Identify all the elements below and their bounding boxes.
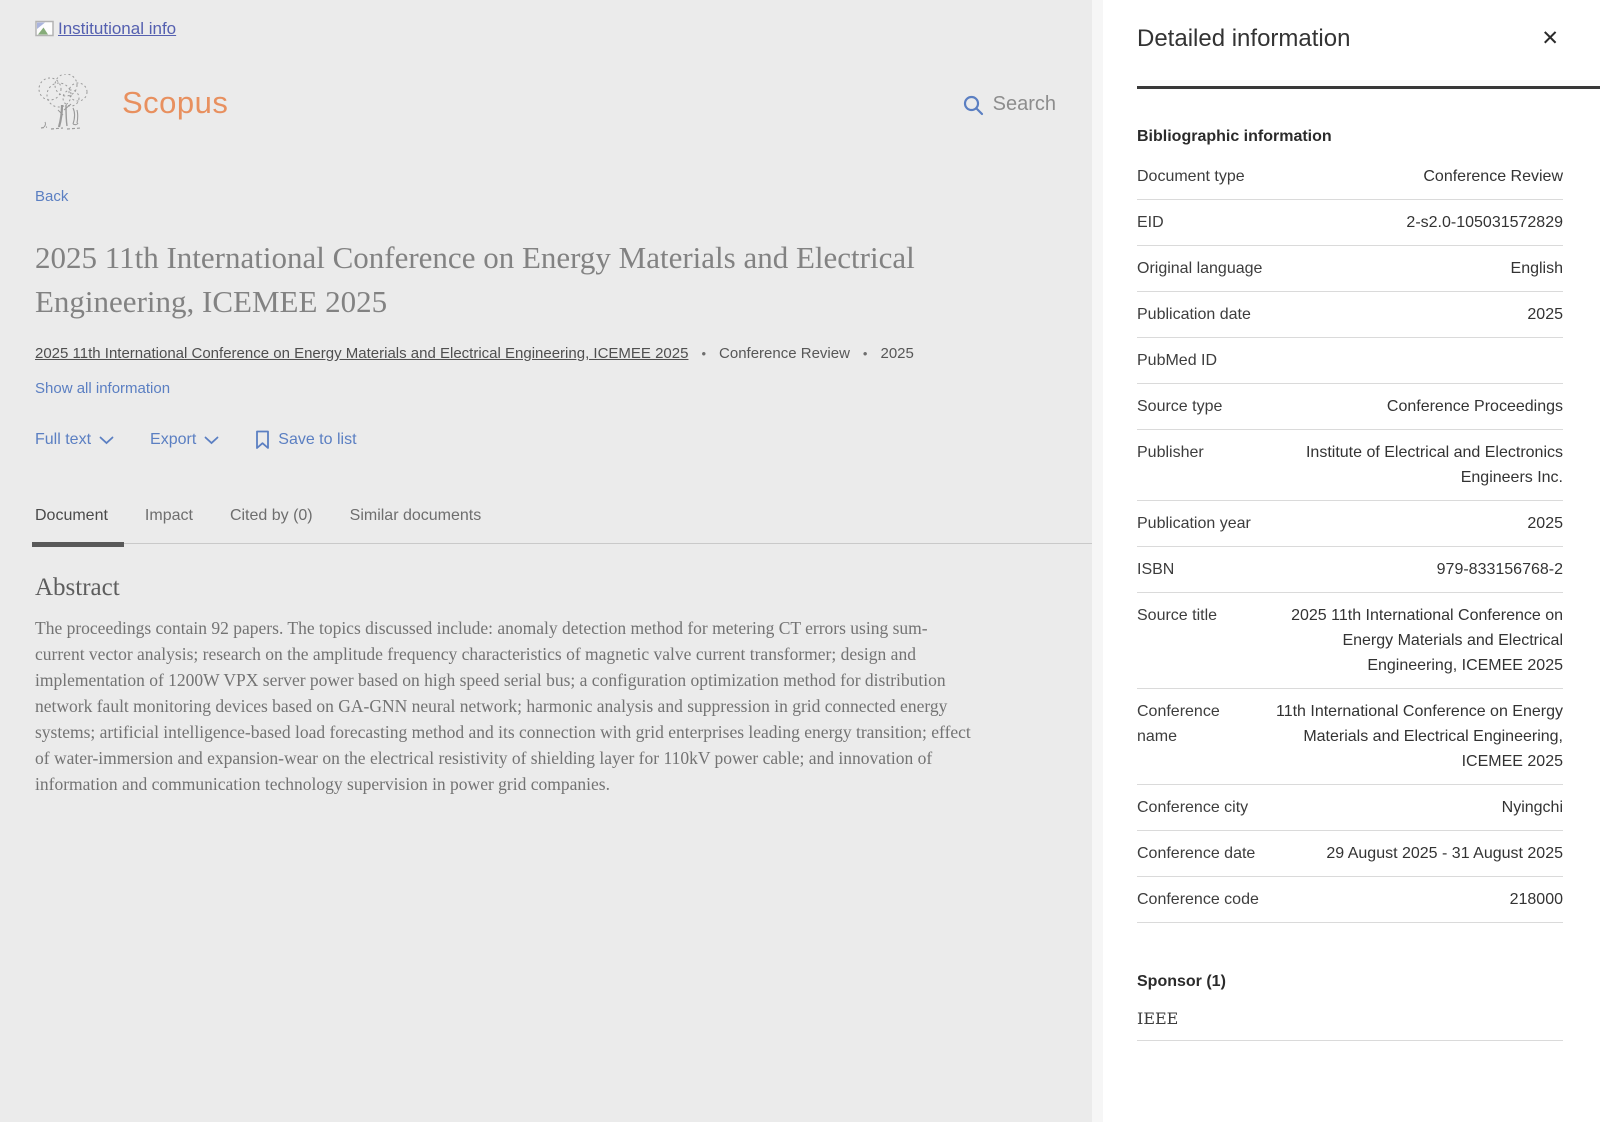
row-label: Conference code xyxy=(1137,887,1494,912)
row-value: 979-833156768-2 xyxy=(1437,557,1563,582)
institutional-info-link[interactable]: Institutional info xyxy=(35,19,176,39)
table-row: Conference city Nyingchi xyxy=(1137,785,1563,831)
table-row: Source title 2025 11th International Con… xyxy=(1137,593,1563,689)
show-all-information-link[interactable]: Show all information xyxy=(35,380,170,397)
row-value: 2025 11th International Conference on En… xyxy=(1263,603,1563,678)
row-label: Original language xyxy=(1137,256,1495,281)
tab-similar-documents[interactable]: Similar documents xyxy=(350,505,482,525)
scrollbar-track[interactable] xyxy=(1092,0,1103,1122)
source-title-link[interactable]: 2025 11th International Conference on En… xyxy=(35,345,688,362)
export-button[interactable]: Export xyxy=(150,431,219,449)
source-info-row: 2025 11th International Conference on En… xyxy=(35,345,914,362)
tab-document[interactable]: Document xyxy=(35,505,108,525)
scopus-brand[interactable]: Scopus xyxy=(33,74,228,132)
table-row: Conference name 11th International Confe… xyxy=(1137,689,1563,785)
document-type-label: Conference Review xyxy=(719,345,850,362)
save-to-list-label: Save to list xyxy=(278,431,356,449)
row-value: 2025 xyxy=(1527,511,1563,536)
panel-title: Detailed information xyxy=(1137,25,1350,53)
panel-divider xyxy=(1137,86,1600,89)
table-row: Publisher Institute of Electrical and El… xyxy=(1137,430,1563,501)
publication-year-label: 2025 xyxy=(880,345,913,362)
full-text-button[interactable]: Full text xyxy=(35,431,114,449)
row-value: Conference Review xyxy=(1423,164,1563,189)
bookmark-icon xyxy=(255,430,270,450)
bullet-separator: • xyxy=(863,346,868,361)
table-row: Source type Conference Proceedings xyxy=(1137,384,1563,430)
chevron-down-icon xyxy=(99,436,114,445)
document-tabs: Document Impact Cited by (0) Similar doc… xyxy=(35,505,1092,544)
row-label: Conference name xyxy=(1137,699,1247,774)
close-icon[interactable]: ✕ xyxy=(1537,25,1563,53)
abstract-text: The proceedings contain 92 papers. The t… xyxy=(35,615,973,797)
row-label: Source title xyxy=(1137,603,1247,678)
full-text-label: Full text xyxy=(35,431,91,449)
row-label: Publisher xyxy=(1137,440,1247,490)
row-value: Conference Proceedings xyxy=(1387,394,1563,419)
row-label: Conference city xyxy=(1137,795,1486,820)
table-row: Conference date 29 August 2025 - 31 Augu… xyxy=(1137,831,1563,877)
table-row: PubMed ID xyxy=(1137,338,1563,384)
elsevier-tree-logo-icon xyxy=(33,74,95,132)
row-value: 2-s2.0-105031572829 xyxy=(1406,210,1563,235)
row-label: EID xyxy=(1137,210,1390,235)
row-label: Publication year xyxy=(1137,511,1511,536)
row-value: Nyingchi xyxy=(1502,795,1563,820)
row-label: Document type xyxy=(1137,164,1407,189)
sponsor-item: IEEE xyxy=(1137,999,1563,1041)
row-label: ISBN xyxy=(1137,557,1421,582)
search-button[interactable]: Search xyxy=(962,93,1056,116)
broken-image-icon xyxy=(35,20,56,38)
table-row: Original language English xyxy=(1137,246,1563,292)
search-label: Search xyxy=(993,93,1056,116)
row-value: 29 August 2025 - 31 August 2025 xyxy=(1326,841,1563,866)
table-row: Publication date 2025 xyxy=(1137,292,1563,338)
bibliographic-information-heading: Bibliographic information xyxy=(1137,128,1563,146)
detailed-information-panel: Detailed information ✕ Bibliographic inf… xyxy=(1103,0,1600,1122)
scopus-logo-text: Scopus xyxy=(122,85,228,121)
row-value: 11th International Conference on Energy … xyxy=(1263,699,1563,774)
abstract-heading: Abstract xyxy=(35,574,120,602)
save-to-list-button[interactable]: Save to list xyxy=(255,430,356,450)
table-row: Document type Conference Review xyxy=(1137,154,1563,200)
row-label: Publication date xyxy=(1137,302,1511,327)
chevron-down-icon xyxy=(204,436,219,445)
row-label: Conference date xyxy=(1137,841,1310,866)
table-row: ISBN 979-833156768-2 xyxy=(1137,547,1563,593)
export-label: Export xyxy=(150,431,196,449)
row-value: 218000 xyxy=(1510,887,1563,912)
table-row: EID 2-s2.0-105031572829 xyxy=(1137,200,1563,246)
table-row: Conference code 218000 xyxy=(1137,877,1563,923)
main-content-area: Institutional info Scopus xyxy=(0,0,1092,1122)
table-row: Publication year 2025 xyxy=(1137,501,1563,547)
search-icon xyxy=(962,94,984,116)
bibliographic-rows: Document type Conference Review EID 2-s2… xyxy=(1137,154,1563,923)
institutional-info-label: Institutional info xyxy=(58,19,176,39)
sponsor-heading: Sponsor (1) xyxy=(1137,973,1563,991)
document-title: 2025 11th International Conference on En… xyxy=(35,236,940,324)
row-value: 2025 xyxy=(1527,302,1563,327)
document-actions: Full text Export Save to list xyxy=(35,430,357,450)
row-value: Institute of Electrical and Electronics … xyxy=(1263,440,1563,490)
panel-header: Detailed information ✕ xyxy=(1137,0,1563,53)
row-value: English xyxy=(1511,256,1563,281)
back-link[interactable]: Back xyxy=(35,188,68,205)
tab-impact[interactable]: Impact xyxy=(145,505,193,525)
row-label: PubMed ID xyxy=(1137,348,1547,373)
bullet-separator: • xyxy=(701,346,706,361)
tab-cited-by[interactable]: Cited by (0) xyxy=(230,505,313,525)
row-label: Source type xyxy=(1137,394,1371,419)
